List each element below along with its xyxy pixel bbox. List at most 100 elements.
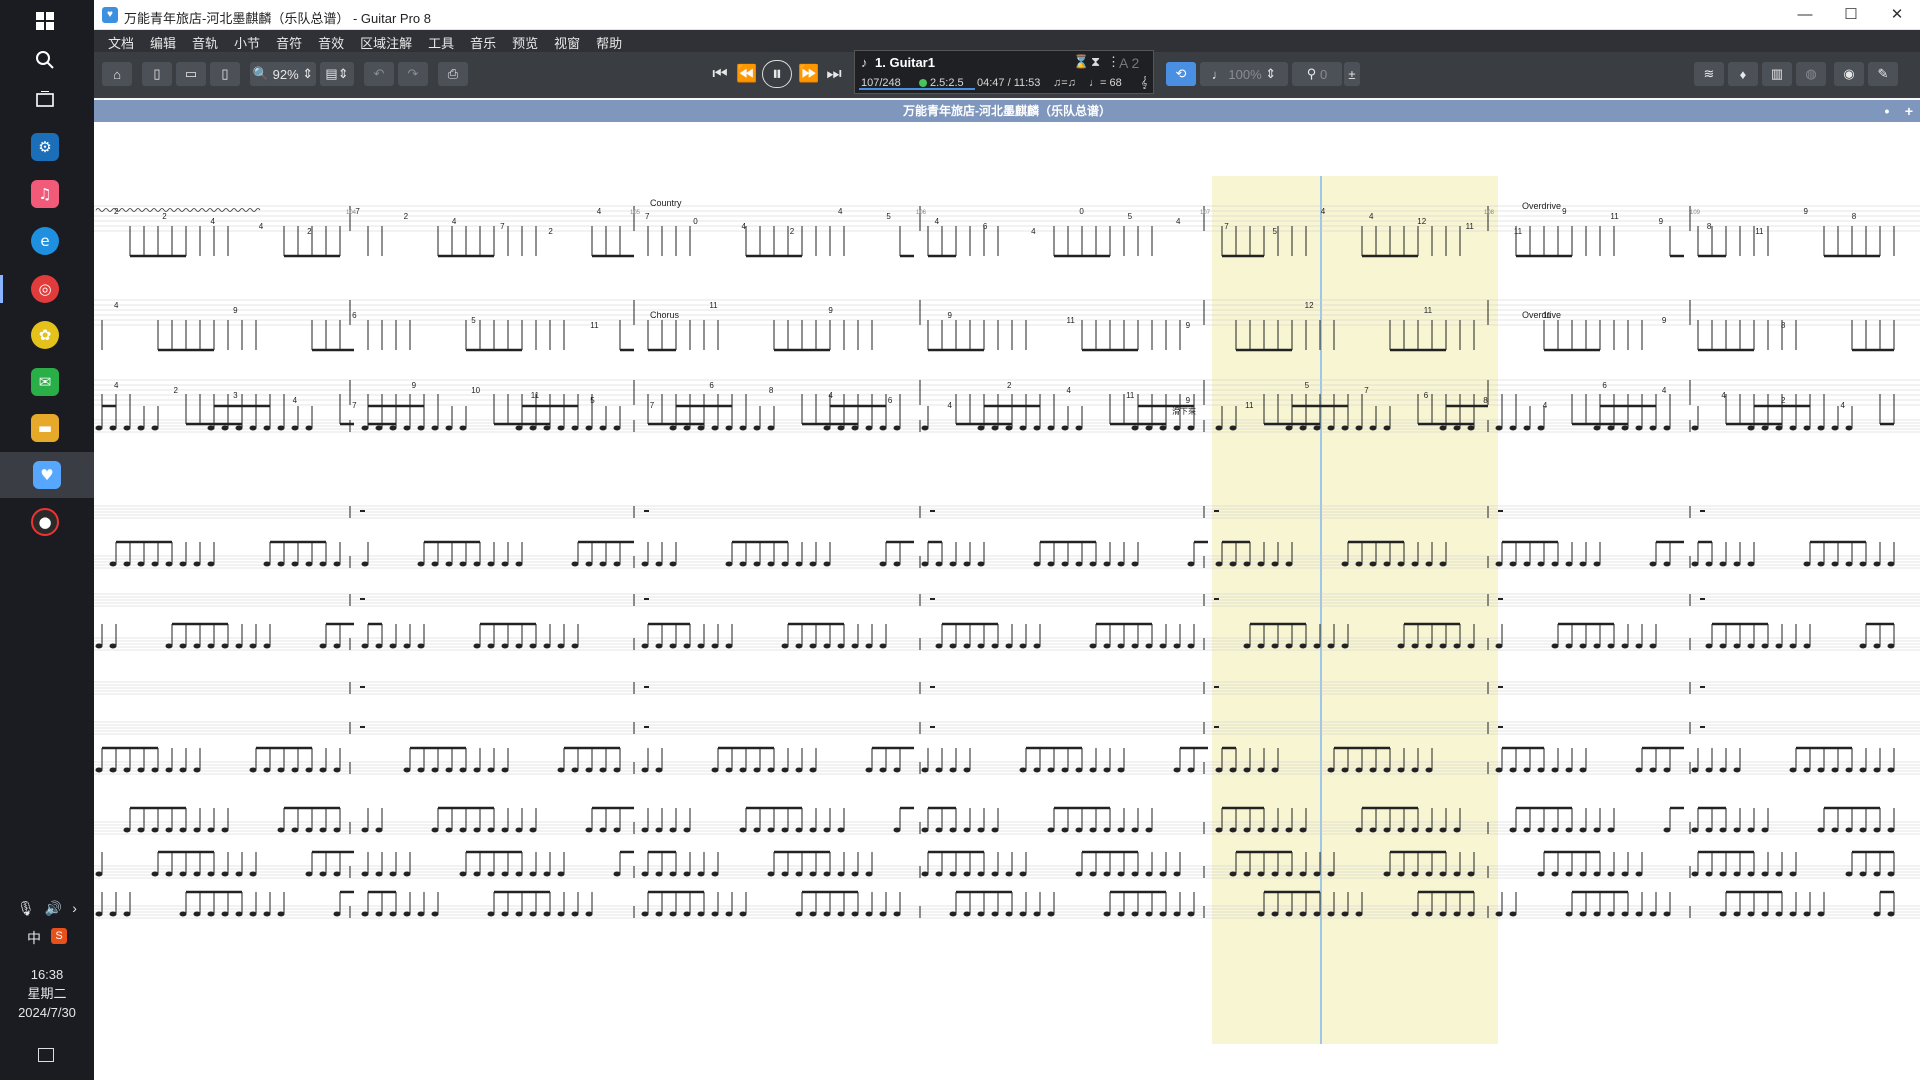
- tab-fret-number[interactable]: 8: [1852, 212, 1857, 221]
- tab-fret-number[interactable]: 7: [352, 401, 357, 410]
- tab-fret-number[interactable]: 2: [174, 386, 179, 395]
- clock[interactable]: 16:38 星期二 2024/7/30: [0, 965, 94, 1022]
- menu-note[interactable]: 音符: [268, 30, 310, 52]
- audio-settings-icon[interactable]: ◉: [1834, 62, 1864, 86]
- menu-bar-measure[interactable]: 小节: [226, 30, 268, 52]
- undo-icon[interactable]: ↶: [364, 62, 394, 86]
- tab-fret-number[interactable]: 9: [828, 306, 833, 315]
- tab-fret-number[interactable]: 6: [352, 311, 357, 320]
- speed-control[interactable]: ♩ 100% ⇕: [1200, 62, 1288, 86]
- tab-fret-number[interactable]: 2: [548, 227, 553, 236]
- skip-to-start-icon[interactable]: ⏮: [708, 62, 732, 86]
- page-view-icon[interactable]: ▤⇕: [320, 62, 354, 86]
- metronome-icon[interactable]: ⧗: [1091, 54, 1100, 70]
- tab-fret-number[interactable]: 4: [935, 217, 940, 226]
- tab-fret-number[interactable]: 4: [1031, 227, 1036, 236]
- tab-fret-number[interactable]: 6: [1602, 381, 1607, 390]
- tab-fret-number[interactable]: 9: [1662, 316, 1667, 325]
- tab-fret-number[interactable]: 11: [1126, 391, 1135, 400]
- metronome-wave-icon[interactable]: ≋: [1694, 62, 1724, 86]
- tab-fret-number[interactable]: 8: [1483, 396, 1488, 405]
- tab-fret-number[interactable]: 11: [1067, 316, 1076, 325]
- netease-music-icon[interactable]: ◎: [31, 275, 59, 303]
- menu-track[interactable]: 音轨: [184, 30, 226, 52]
- tab-fret-number[interactable]: 2: [1781, 396, 1786, 405]
- lcd-display[interactable]: ♪ 1. Guitar1 ⌛ ⧗ ⋮ A 2 107/248 2.5:2.5 0…: [854, 50, 1154, 94]
- rewind-icon[interactable]: ⏪: [734, 62, 760, 86]
- close-button[interactable]: ✕: [1874, 3, 1920, 27]
- triplet-feel-icon[interactable]: ♫=♫: [1053, 77, 1076, 89]
- tab-fret-number[interactable]: 4: [452, 217, 457, 226]
- tab-fret-number[interactable]: 7: [1224, 222, 1229, 231]
- tab-fret-number[interactable]: 5: [1272, 227, 1277, 236]
- tab-fret-number[interactable]: 6: [709, 381, 714, 390]
- search-icon[interactable]: [31, 46, 59, 74]
- tab-fret-number[interactable]: 6: [983, 222, 988, 231]
- tab-fret-number[interactable]: 0: [693, 217, 698, 226]
- tab-fret-number[interactable]: 2: [162, 212, 167, 221]
- tab-fret-number[interactable]: 11: [1514, 227, 1523, 236]
- tab-fret-number[interactable]: 4: [1321, 207, 1326, 216]
- pause-icon[interactable]: ⏸: [762, 60, 792, 88]
- tab-fret-number[interactable]: 2: [307, 227, 312, 236]
- menu-file[interactable]: 文档: [100, 30, 142, 52]
- tab-fret-number[interactable]: 9: [1562, 207, 1567, 216]
- tab-fret-number[interactable]: 11: [1245, 401, 1254, 410]
- file-explorer-icon[interactable]: ▬: [31, 414, 59, 442]
- tab-fret-number[interactable]: 9: [233, 306, 238, 315]
- track-name[interactable]: 1. Guitar1: [875, 55, 935, 70]
- print-icon[interactable]: ⎙: [438, 62, 468, 86]
- tab-fret-number[interactable]: 2: [790, 227, 795, 236]
- tab-fret-number[interactable]: 5: [471, 316, 476, 325]
- score-view[interactable]: 2 2 4 4 2 7 2 4 7 2 4 7 0 4 2 4 5 4 6 4 0 5 4 7 5 4 4 12 11 11 9 11 9 8 11…: [94, 122, 1920, 1080]
- drum-view-icon[interactable]: ◍: [1796, 62, 1826, 86]
- pitch-stepper[interactable]: ±: [1344, 62, 1360, 86]
- menu-window[interactable]: 视窗: [546, 30, 588, 52]
- tab-fret-number[interactable]: 9: [947, 311, 952, 320]
- steam-icon[interactable]: ⚙: [31, 133, 59, 161]
- tab-fret-number[interactable]: 4: [1840, 401, 1845, 410]
- tab-fret-number[interactable]: 4: [947, 401, 952, 410]
- menu-tools[interactable]: 工具: [420, 30, 462, 52]
- tab-fret-number[interactable]: 9: [1186, 396, 1191, 405]
- menu-preview[interactable]: 预览: [504, 30, 546, 52]
- skip-to-end-icon[interactable]: ⏭: [822, 62, 846, 86]
- tab-fret-number[interactable]: 4: [742, 222, 747, 231]
- tab-fret-number[interactable]: 2: [1007, 381, 1012, 390]
- tab-fret-number[interactable]: 4: [293, 396, 298, 405]
- guitar-view-icon[interactable]: ♦: [1728, 62, 1758, 86]
- tab-fret-number[interactable]: 0: [1079, 207, 1084, 216]
- tab-fret-number[interactable]: 9: [1659, 217, 1664, 226]
- bottom-panel-icon[interactable]: ▭: [176, 62, 206, 86]
- microphone-icon[interactable]: 🎙: [17, 900, 35, 917]
- menu-section-annotations[interactable]: 区域注解: [352, 30, 420, 52]
- tab-fret-number[interactable]: 11: [1755, 227, 1764, 236]
- tab-fret-number[interactable]: 9: [1186, 321, 1191, 330]
- ime-indicator[interactable]: 中: [27, 928, 41, 948]
- piano-view-icon[interactable]: ▥: [1762, 62, 1792, 86]
- tab-fret-number[interactable]: 3: [233, 391, 238, 400]
- app-yellow-icon[interactable]: ✿: [31, 321, 59, 349]
- menu-help[interactable]: 帮助: [588, 30, 630, 52]
- sogou-ime-icon[interactable]: S: [51, 928, 67, 944]
- volume-icon[interactable]: 🔊: [45, 900, 62, 917]
- tab-fret-number[interactable]: 2: [404, 212, 409, 221]
- music-app-icon[interactable]: ♫: [31, 180, 59, 208]
- tab-fret-number[interactable]: 6: [888, 396, 893, 405]
- dot-menu-icon[interactable]: •: [1878, 102, 1896, 120]
- tab-fret-number[interactable]: 11: [531, 391, 540, 400]
- maximize-button[interactable]: ☐: [1828, 3, 1874, 27]
- guitar-settings-icon[interactable]: ✎: [1868, 62, 1898, 86]
- tab-fret-number[interactable]: 9: [412, 381, 417, 390]
- zoom-control[interactable]: 🔍 92% ⇕: [250, 62, 316, 86]
- redo-icon[interactable]: ↷: [398, 62, 428, 86]
- tab-fret-number[interactable]: 4: [838, 207, 843, 216]
- tab-fret-number[interactable]: 6: [1424, 391, 1429, 400]
- menu-effects[interactable]: 音效: [310, 30, 352, 52]
- tab-fret-number[interactable]: 10: [471, 386, 480, 395]
- tab-fret-number[interactable]: 4: [1176, 217, 1181, 226]
- pitch-control[interactable]: ⚲ 0: [1292, 62, 1342, 86]
- tab-fret-number[interactable]: 11: [1466, 222, 1475, 231]
- tab-fret-number[interactable]: 12: [1305, 301, 1314, 310]
- edge-browser-icon[interactable]: e: [31, 227, 59, 255]
